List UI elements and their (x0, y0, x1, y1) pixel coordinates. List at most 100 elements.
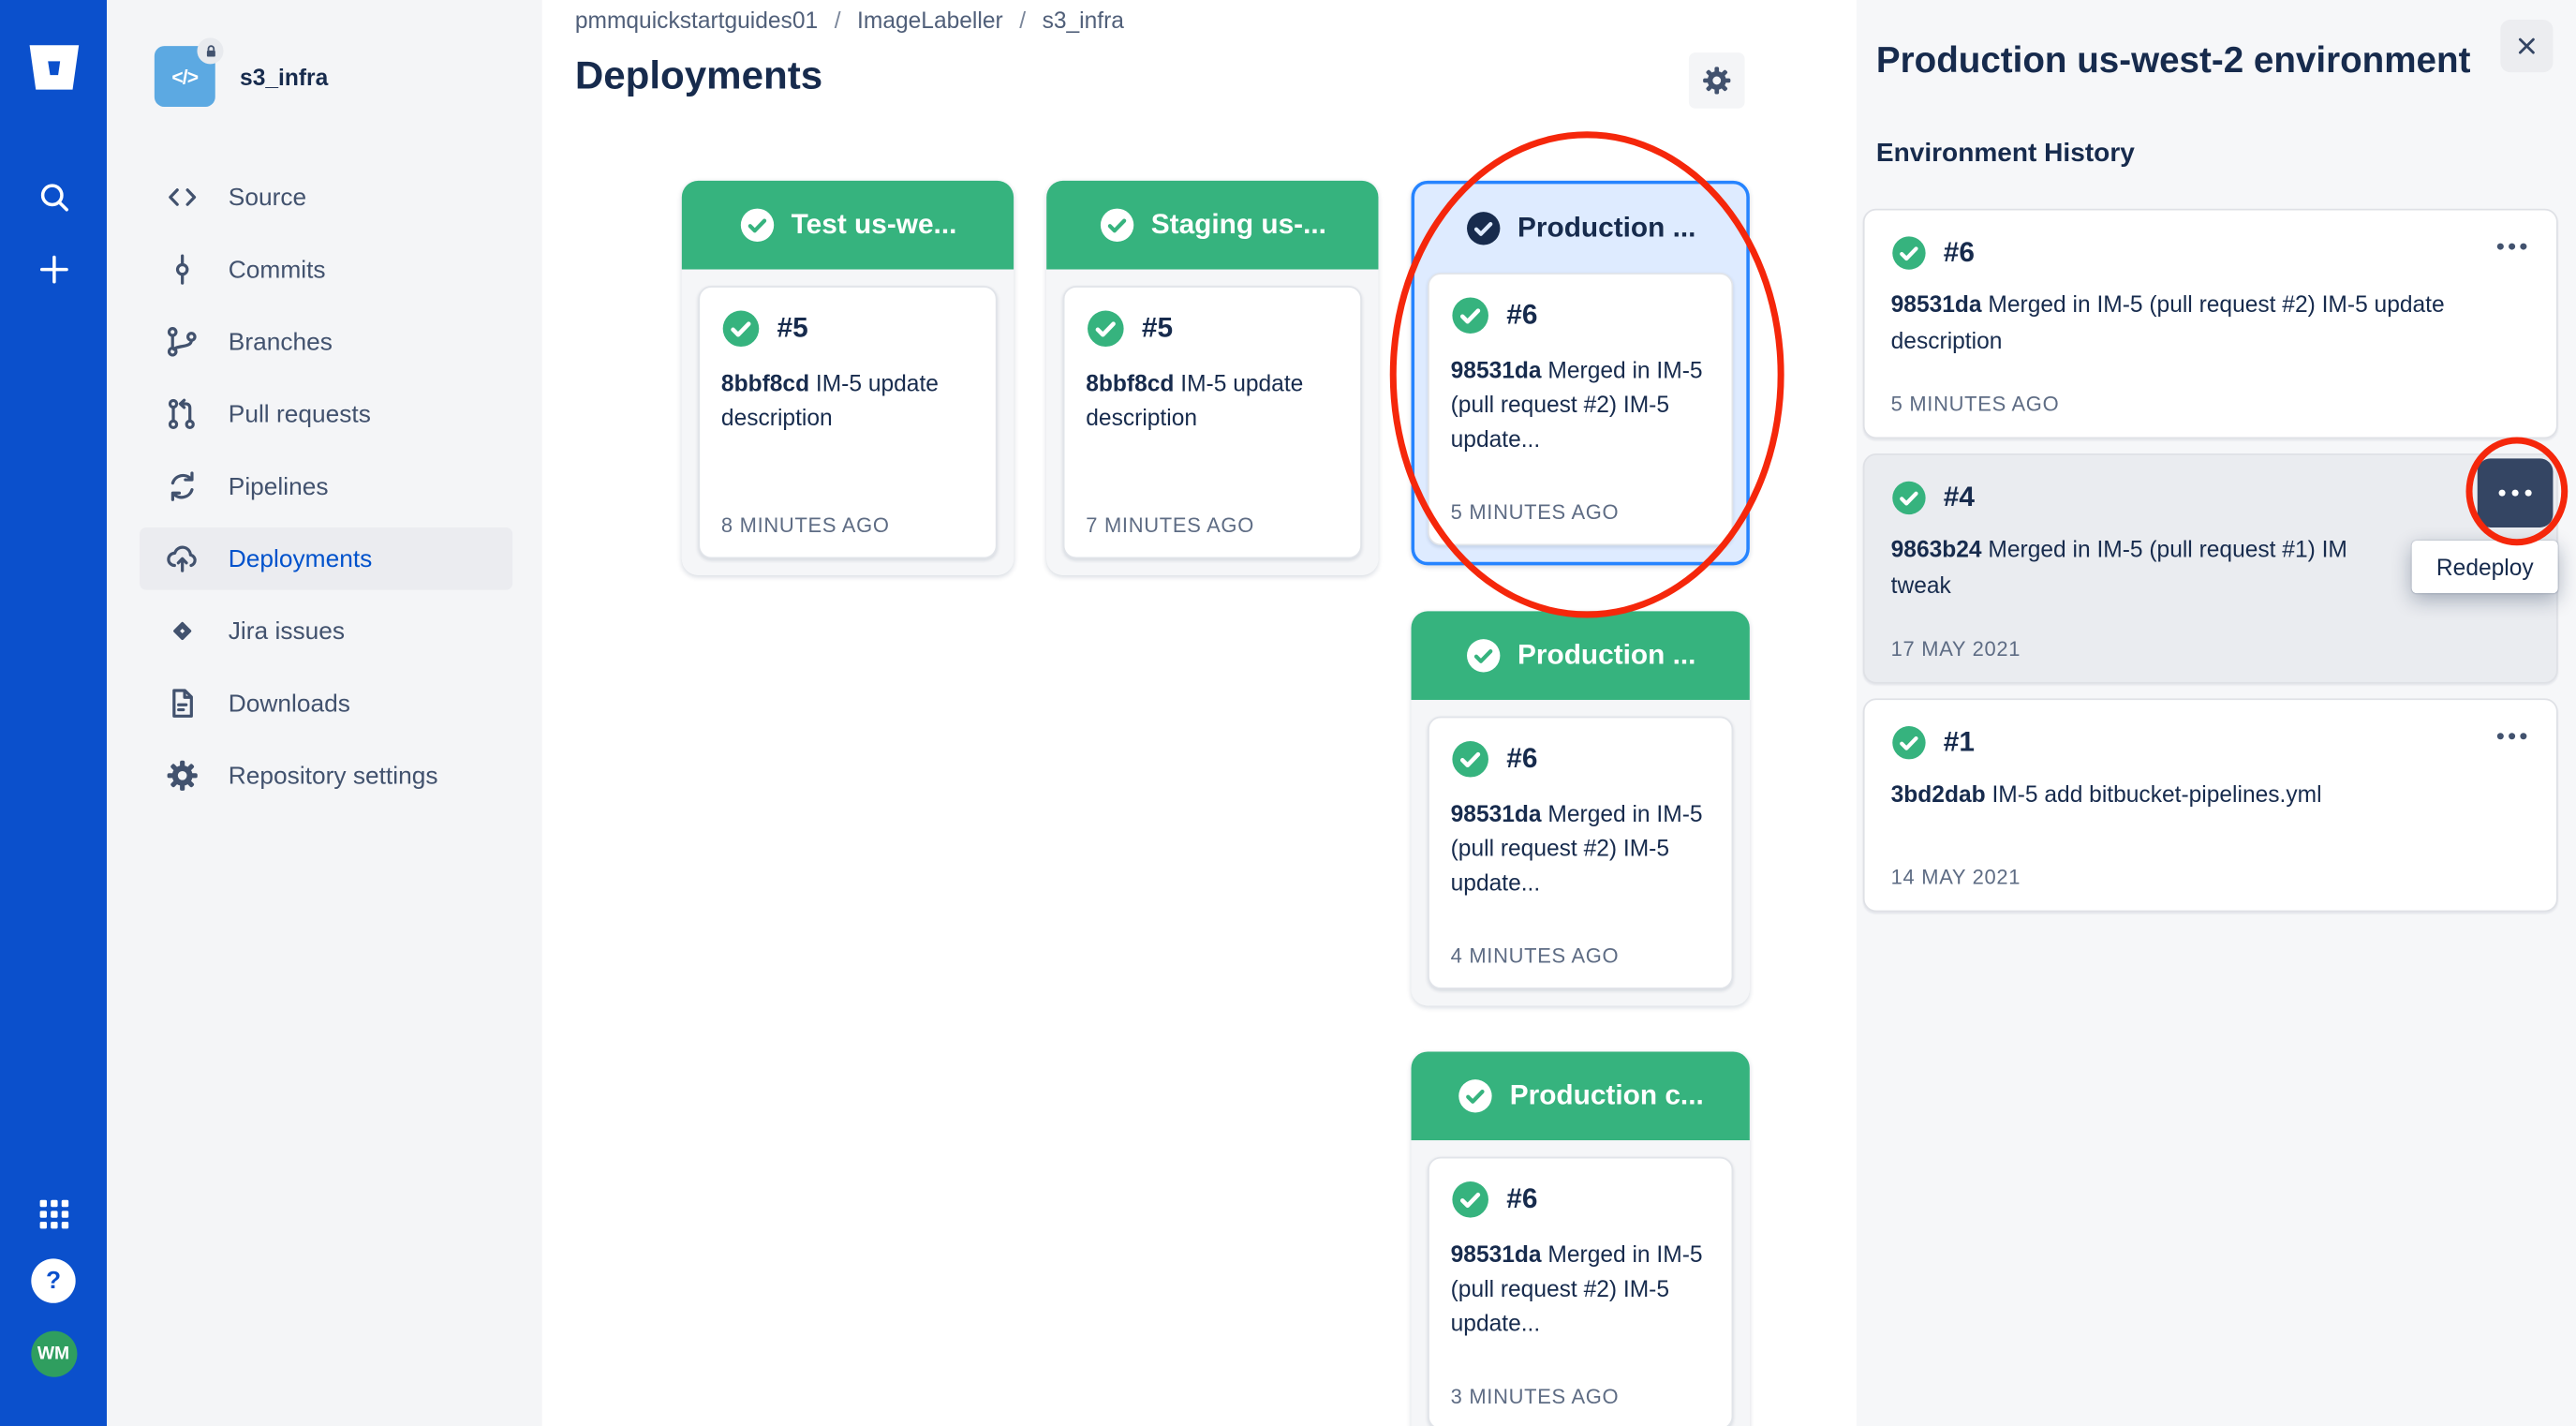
deployment-number: #6 (1943, 236, 1975, 268)
overflow-menu-button-active[interactable] (2477, 458, 2554, 527)
environment-group-production-selected: Production ... #6 98531da Merged in IM-5… (1411, 180, 1750, 566)
column-header-production[interactable]: Production ... (1414, 184, 1746, 273)
deployment-card[interactable]: #6 98531da Merged in IM-5 (pull request … (1428, 1156, 1734, 1426)
repo-header[interactable]: </> s3_infra (154, 37, 329, 107)
column-header-label: Production ... (1517, 639, 1696, 671)
deployment-number: #5 (1141, 312, 1174, 344)
environment-panel: Production us-west-2 environment Environ… (1856, 0, 2576, 1426)
check-circle-icon (1088, 310, 1124, 348)
environment-group-staging: Staging us-... #5 8bbf8cd IM-5 update de… (1046, 180, 1379, 575)
column-header-production-3[interactable]: Production c... (1411, 1051, 1750, 1141)
redeploy-menu-item[interactable]: Redeploy (2411, 541, 2558, 594)
bitbucket-deployments-page: ? WM </> s3_infra Source Commits Branche… (0, 0, 2576, 1426)
breadcrumb-workspace[interactable]: pmmquickstartguides01 (575, 7, 818, 33)
breadcrumb-separator: / (1019, 7, 1027, 34)
app-rail: ? WM (0, 0, 107, 1426)
page-title: Deployments (574, 53, 823, 99)
commit-hash: 98531da (1890, 290, 1982, 318)
commit-hash: 98531da (1450, 800, 1542, 827)
check-circle-icon (1452, 740, 1488, 778)
column-header-label: Test us-we... (791, 208, 957, 241)
check-circle-icon (722, 310, 760, 348)
sidebar-item-label: Commits (228, 255, 326, 284)
breadcrumb-repo[interactable]: s3_infra (1043, 7, 1124, 33)
commit-message: 98531da Merged in IM-5 (pull request #2)… (1450, 800, 1703, 896)
repo-name: s3_infra (240, 63, 329, 90)
close-button[interactable] (2500, 20, 2554, 73)
jira-icon (173, 621, 192, 641)
column-header-test[interactable]: Test us-we... (681, 180, 1014, 270)
column-body: #6 98531da Merged in IM-5 (pull request … (1411, 1140, 1750, 1426)
column-header-production-2[interactable]: Production ... (1411, 611, 1750, 701)
commit-message: 8bbf8cd IM-5 update description (720, 369, 939, 431)
create-icon[interactable] (25, 242, 81, 298)
sidebar-item-label: Deployments (228, 544, 373, 573)
deployment-number: #6 (1506, 1182, 1538, 1215)
commit-icon (175, 254, 189, 285)
deployment-number: #5 (777, 312, 808, 344)
environment-group-production-2: Production ... #6 98531da Merged in IM-5… (1411, 611, 1750, 1006)
sidebar-item-source[interactable]: Source (140, 166, 512, 229)
search-icon[interactable] (25, 170, 81, 226)
history-card-6[interactable]: #6 98531da Merged in IM-5 (pull request … (1862, 208, 2558, 439)
deployment-time: 5 MINUTES AGO (1890, 393, 2060, 416)
deployment-card[interactable]: #5 8bbf8cd IM-5 update description 8 MIN… (698, 286, 998, 559)
sidebar-item-repository-settings[interactable]: Repository settings (140, 744, 512, 807)
commit-message: 98531da Merged in IM-5 (pull request #2)… (1450, 356, 1703, 453)
sidebar-item-branches[interactable]: Branches (140, 310, 512, 373)
close-icon (2518, 37, 2535, 54)
check-circle-icon (1458, 1079, 1492, 1113)
gear-icon (1703, 67, 1731, 95)
deployment-time: 3 MINUTES AGO (1450, 1385, 1620, 1409)
deployment-settings-button[interactable] (1688, 52, 1745, 109)
column-header-label: Staging us-... (1150, 208, 1326, 241)
deployment-card[interactable]: #6 98531da Merged in IM-5 (pull request … (1428, 716, 1734, 989)
overflow-menu-button[interactable] (2496, 733, 2527, 740)
deployment-time: 8 MINUTES AGO (720, 513, 890, 538)
sidebar-item-deployments[interactable]: Deployments (140, 527, 513, 590)
check-circle-icon (1452, 297, 1488, 334)
check-circle-icon (1892, 236, 1926, 270)
user-avatar[interactable]: WM (30, 1330, 77, 1377)
sidebar-item-pull-requests[interactable]: Pull requests (140, 383, 512, 446)
sidebar-item-commits[interactable]: Commits (140, 238, 512, 301)
check-circle-icon (1100, 208, 1133, 242)
commit-hash: 9863b24 (1890, 535, 1982, 562)
deployments-board: Test us-we... #5 8bbf8cd IM-5 update des… (681, 180, 1750, 1426)
check-circle-icon (1452, 1181, 1488, 1218)
deployment-time: 4 MINUTES AGO (1450, 944, 1620, 969)
deployment-number: #6 (1506, 299, 1538, 331)
commit-message: 98531da Merged in IM-5 (pull request #2)… (1890, 290, 2445, 354)
bitbucket-logo-icon[interactable] (25, 43, 81, 100)
column-header-staging[interactable]: Staging us-... (1046, 180, 1379, 270)
sidebar-item-label: Jira issues (228, 616, 346, 646)
breadcrumb-project[interactable]: ImageLabeller (857, 7, 1003, 33)
overflow-menu-button[interactable] (2496, 243, 2527, 250)
sidebar-item-label: Pull requests (228, 400, 371, 428)
deployment-card[interactable]: #5 8bbf8cd IM-5 update description 7 MIN… (1062, 286, 1362, 559)
sidebar-item-pipelines[interactable]: Pipelines (140, 455, 512, 518)
check-circle-icon (1892, 726, 1926, 760)
deployment-time: 5 MINUTES AGO (1450, 500, 1620, 525)
column-header-label: Production c... (1509, 1079, 1704, 1111)
sidebar-item-label: Pipelines (228, 472, 329, 501)
branch-icon (167, 327, 197, 357)
deployment-time: 14 MAY 2021 (1890, 866, 2021, 889)
deployment-card[interactable]: #6 98531da Merged in IM-5 (pull request … (1428, 273, 1734, 546)
app-switcher-icon[interactable] (25, 1186, 81, 1242)
sidebar-item-jira-issues[interactable]: Jira issues (140, 600, 512, 662)
sidebar-item-label: Source (228, 183, 307, 212)
column-body: #5 8bbf8cd IM-5 update description 8 MIN… (681, 269, 1014, 575)
lane-test: Test us-we... #5 8bbf8cd IM-5 update des… (681, 180, 1014, 1426)
deployment-number: #6 (1506, 742, 1538, 775)
help-icon[interactable]: ? (31, 1258, 76, 1303)
commit-hash: 3bd2dab (1890, 780, 1986, 808)
gear-icon (167, 760, 198, 791)
breadcrumb-separator: / (834, 7, 841, 34)
history-card-1[interactable]: #1 3bd2dab IM-5 add bitbucket-pipelines.… (1862, 698, 2558, 913)
lock-icon (197, 37, 224, 65)
lane-production: Production ... #6 98531da Merged in IM-5… (1411, 180, 1750, 1426)
sidebar-item-downloads[interactable]: Downloads (140, 672, 512, 735)
column-header-label: Production ... (1517, 212, 1696, 244)
check-circle-icon (1892, 481, 1926, 515)
